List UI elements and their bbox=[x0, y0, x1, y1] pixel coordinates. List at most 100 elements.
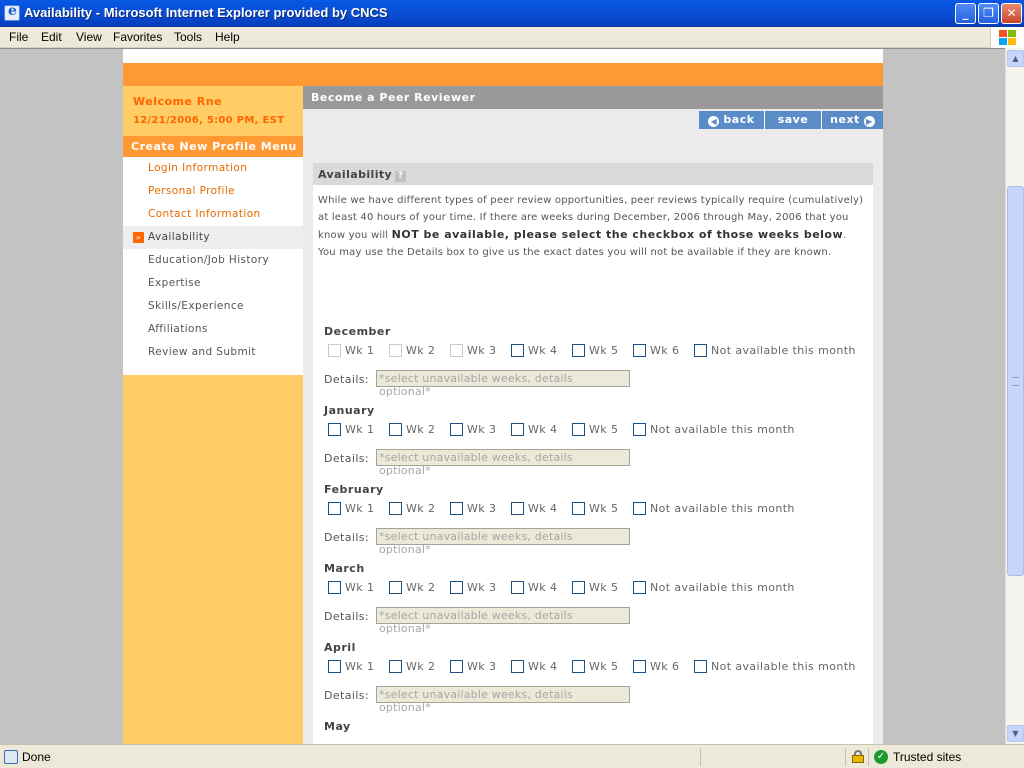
checkmark-icon: ✓ bbox=[874, 750, 888, 764]
checkbox[interactable] bbox=[328, 660, 341, 673]
security-zone: Trusted sites bbox=[893, 750, 962, 764]
checkbox[interactable] bbox=[633, 660, 646, 673]
sidebar-item-login-information[interactable]: Login Information bbox=[123, 157, 303, 180]
sidebar-item-availability[interactable]: » Availability bbox=[123, 226, 303, 249]
checkbox[interactable] bbox=[450, 344, 463, 357]
week-checkbox[interactable]: Wk 3 bbox=[450, 581, 496, 597]
minimize-button[interactable]: _ bbox=[955, 3, 976, 24]
checkbox[interactable] bbox=[572, 660, 585, 673]
week-checkbox[interactable]: Wk 4 bbox=[511, 660, 557, 676]
checkbox[interactable] bbox=[389, 660, 402, 673]
not-available-checkbox[interactable]: Not available this month bbox=[694, 660, 856, 676]
checkbox[interactable] bbox=[389, 502, 402, 515]
checkbox[interactable] bbox=[450, 581, 463, 594]
scroll-thumb[interactable] bbox=[1007, 186, 1024, 576]
checkbox[interactable] bbox=[572, 502, 585, 515]
checkbox[interactable] bbox=[328, 502, 341, 515]
week-checkbox[interactable]: Wk 5 bbox=[572, 423, 618, 439]
week-checkbox[interactable]: Wk 5 bbox=[572, 581, 618, 597]
week-checkbox[interactable]: Wk 3 bbox=[450, 423, 496, 439]
checkbox[interactable] bbox=[572, 581, 585, 594]
save-button[interactable]: save bbox=[765, 111, 822, 129]
checkbox[interactable] bbox=[389, 423, 402, 436]
week-checkbox[interactable]: Wk 1 bbox=[328, 660, 374, 676]
details-field[interactable]: *select unavailable weeks, details optio… bbox=[376, 449, 630, 477]
week-checkbox[interactable]: Wk 2 bbox=[389, 344, 435, 360]
checkbox[interactable] bbox=[511, 660, 524, 673]
checkbox[interactable] bbox=[633, 502, 646, 515]
checkbox[interactable] bbox=[511, 423, 524, 436]
week-checkbox[interactable]: Wk 5 bbox=[572, 660, 618, 676]
checkbox[interactable] bbox=[389, 344, 402, 357]
availability-instructions: While we have different types of peer re… bbox=[318, 192, 866, 261]
week-checkbox[interactable]: Wk 1 bbox=[328, 344, 374, 360]
checkbox[interactable] bbox=[511, 502, 524, 515]
checkbox[interactable] bbox=[694, 344, 707, 357]
checkbox[interactable] bbox=[328, 344, 341, 357]
week-checkbox[interactable]: Wk 6 bbox=[633, 344, 679, 360]
week-checkbox[interactable]: Wk 2 bbox=[389, 660, 435, 676]
checkbox[interactable] bbox=[328, 581, 341, 594]
week-checkbox[interactable]: Wk 2 bbox=[389, 423, 435, 439]
menu-edit[interactable]: Edit bbox=[41, 27, 62, 44]
checkbox[interactable] bbox=[389, 581, 402, 594]
status-divider bbox=[845, 748, 846, 766]
week-checkbox[interactable]: Wk 2 bbox=[389, 502, 435, 518]
not-available-checkbox[interactable]: Not available this month bbox=[694, 344, 856, 360]
week-checkbox[interactable]: Wk 6 bbox=[633, 660, 679, 676]
back-button[interactable]: ◀ back bbox=[699, 111, 765, 129]
checkbox[interactable] bbox=[572, 423, 585, 436]
menu-help[interactable]: Help bbox=[215, 27, 240, 44]
checkbox[interactable] bbox=[511, 344, 524, 357]
week-checkbox[interactable]: Wk 5 bbox=[572, 502, 618, 518]
next-button[interactable]: next ▶ bbox=[822, 111, 883, 129]
menu-favorites[interactable]: Favorites bbox=[113, 27, 162, 44]
not-available-checkbox[interactable]: Not available this month bbox=[633, 502, 795, 518]
close-button[interactable]: ✕ bbox=[1001, 3, 1022, 24]
maximize-button[interactable]: ❐ bbox=[978, 3, 999, 24]
checkbox[interactable] bbox=[511, 581, 524, 594]
week-checkbox[interactable]: Wk 5 bbox=[572, 344, 618, 360]
checkbox[interactable] bbox=[328, 423, 341, 436]
checkbox[interactable] bbox=[450, 660, 463, 673]
week-label: Wk 1 bbox=[345, 502, 375, 515]
week-checkbox[interactable]: Wk 3 bbox=[450, 660, 496, 676]
scroll-up-icon[interactable]: ▲ bbox=[1007, 50, 1024, 67]
scroll-down-icon[interactable]: ▼ bbox=[1007, 725, 1024, 742]
checkbox[interactable] bbox=[572, 344, 585, 357]
details-field[interactable]: *select unavailable weeks, details optio… bbox=[376, 370, 630, 398]
week-checkbox[interactable]: Wk 4 bbox=[511, 423, 557, 439]
checkbox[interactable] bbox=[694, 660, 707, 673]
help-icon[interactable]: ? bbox=[395, 171, 407, 182]
menu-file[interactable]: File bbox=[9, 27, 28, 44]
checkbox[interactable] bbox=[633, 344, 646, 357]
week-label: Wk 5 bbox=[589, 502, 619, 515]
week-label: Wk 5 bbox=[589, 660, 619, 673]
week-checkbox[interactable]: Wk 3 bbox=[450, 344, 496, 360]
checkbox[interactable] bbox=[450, 502, 463, 515]
menu-view[interactable]: View bbox=[76, 27, 102, 44]
month-label: May bbox=[324, 720, 351, 733]
menu-tools[interactable]: Tools bbox=[174, 27, 202, 44]
month-label: December bbox=[324, 325, 391, 338]
week-checkbox[interactable]: Wk 4 bbox=[511, 344, 557, 360]
week-checkbox[interactable]: Wk 4 bbox=[511, 502, 557, 518]
week-checkbox[interactable]: Wk 3 bbox=[450, 502, 496, 518]
week-checkbox[interactable]: Wk 1 bbox=[328, 423, 374, 439]
week-checkbox[interactable]: Wk 1 bbox=[328, 502, 374, 518]
checkbox[interactable] bbox=[633, 423, 646, 436]
details-field[interactable]: *select unavailable weeks, details optio… bbox=[376, 607, 630, 635]
sidebar-item-personal-profile[interactable]: Personal Profile bbox=[123, 180, 303, 203]
details-field[interactable]: *select unavailable weeks, details optio… bbox=[376, 528, 630, 556]
not-available-checkbox[interactable]: Not available this month bbox=[633, 423, 795, 439]
week-checkbox[interactable]: Wk 1 bbox=[328, 581, 374, 597]
sidebar-item-contact-information[interactable]: Contact Information bbox=[123, 203, 303, 226]
checkbox[interactable] bbox=[633, 581, 646, 594]
week-checkbox[interactable]: Wk 2 bbox=[389, 581, 435, 597]
details-label: Details: bbox=[324, 452, 370, 465]
vertical-scrollbar[interactable]: ▲ ▼ bbox=[1005, 48, 1024, 744]
details-field[interactable]: *select unavailable weeks, details optio… bbox=[376, 686, 630, 714]
week-checkbox[interactable]: Wk 4 bbox=[511, 581, 557, 597]
checkbox[interactable] bbox=[450, 423, 463, 436]
not-available-checkbox[interactable]: Not available this month bbox=[633, 581, 795, 597]
